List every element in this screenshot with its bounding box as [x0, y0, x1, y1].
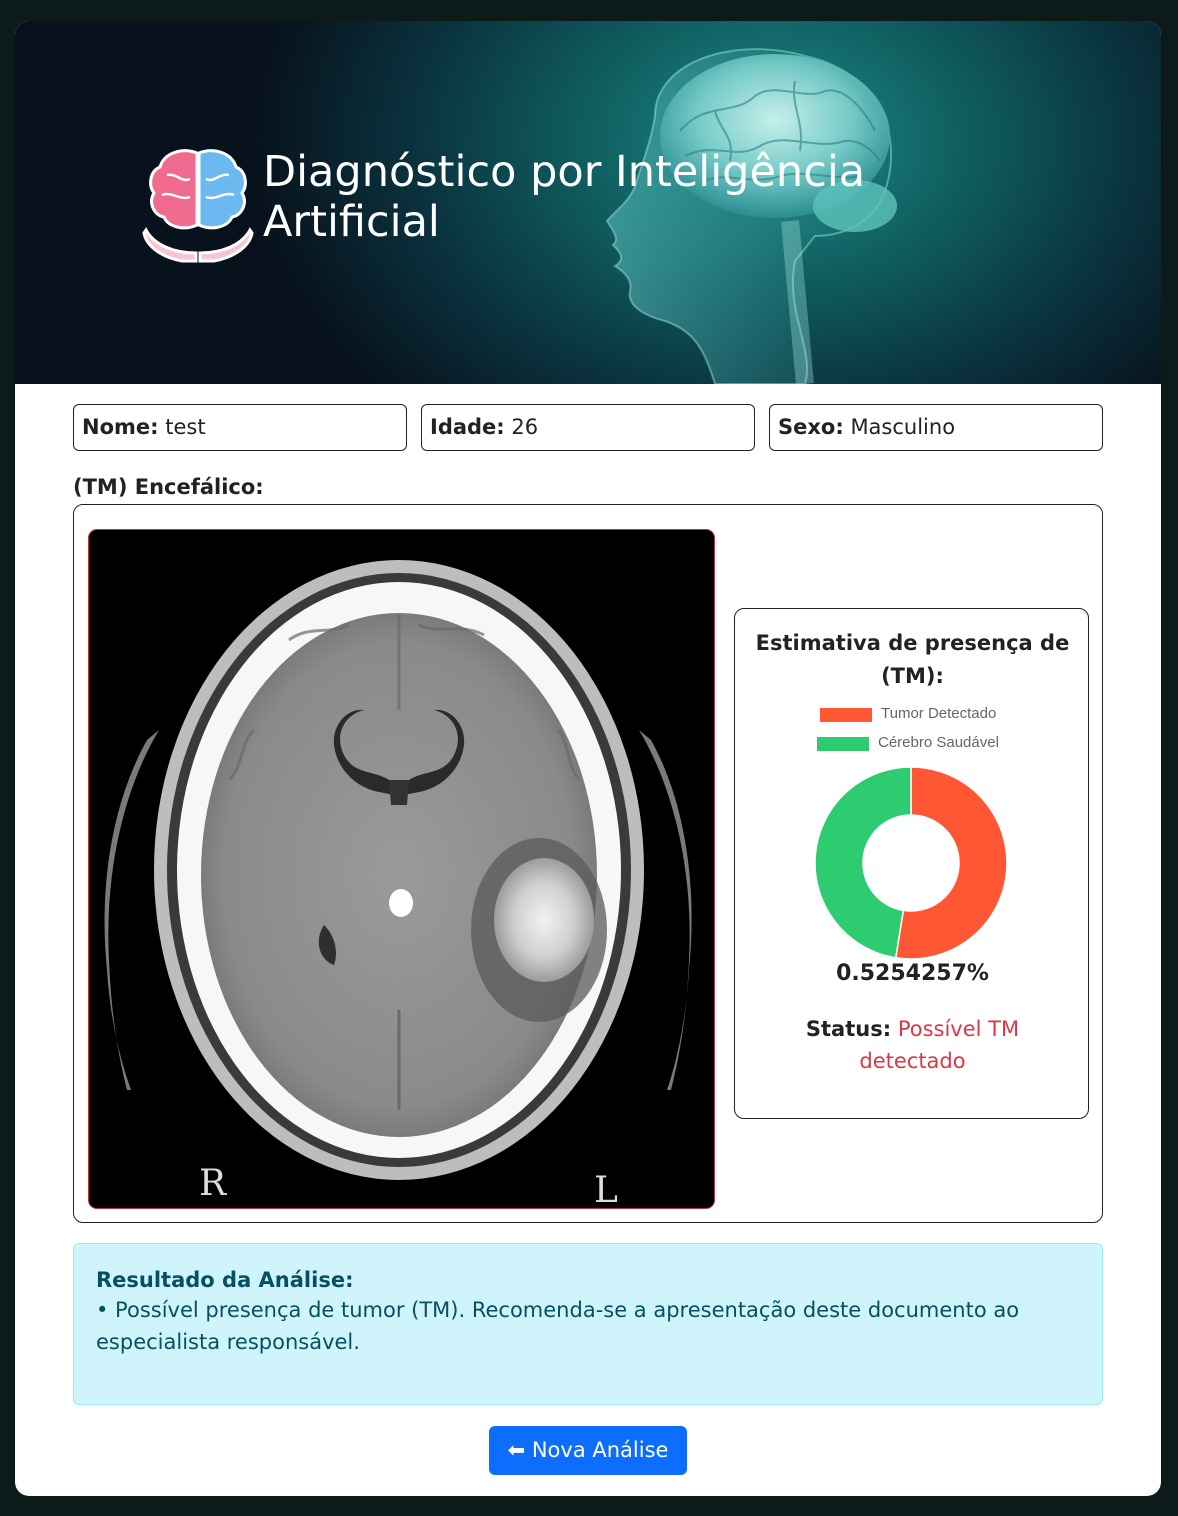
legend-label-healthy: Cérebro Saudável [878, 734, 999, 751]
donut-slice-healthy[interactable] [814, 766, 912, 959]
new-analysis-button[interactable]: ⬅ Nova Análise [489, 1426, 687, 1475]
estimate-card: Estimativa de presença de (TM): Tumor De… [734, 608, 1089, 1119]
ct-scan-graphic: R L [89, 530, 714, 1209]
main-card: Diagnóstico por Inteligência Artificial … [15, 21, 1161, 1496]
estimate-title: Estimativa de presença de (TM): [755, 631, 1070, 688]
legend-swatch-tumor [820, 708, 872, 722]
donut-chart [814, 766, 1008, 960]
page-title-line1: Diagnóstico por Inteligência [263, 147, 866, 197]
patient-name-value: test [165, 415, 206, 439]
result-text: • Possível presença de tumor (TM). Recom… [96, 1298, 1020, 1354]
patient-age-value: 26 [511, 415, 539, 439]
patient-sex-label: Sexo: [778, 415, 844, 439]
patient-age-field: Idade: 26 [421, 404, 755, 451]
donut-slice-tumor[interactable] [894, 766, 1008, 960]
analysis-result-alert: Resultado da Análise: • Possível presenç… [73, 1243, 1103, 1405]
patient-name-label: Nome: [82, 415, 159, 439]
ct-scan-image: R L [88, 529, 715, 1209]
patient-name-field: Nome: test [73, 404, 407, 451]
brain-hands-icon [142, 149, 254, 263]
status-label: Status: [805, 1017, 892, 1041]
legend-swatch-healthy [817, 737, 869, 751]
status-line: Status: Possível TM detectado [775, 1013, 1050, 1077]
patient-sex-field: Sexo: Masculino [769, 404, 1103, 451]
scan-marker-right: R [199, 1163, 227, 1204]
page-title-line2: Artificial [263, 197, 440, 247]
patient-sex-value: Masculino [850, 415, 956, 439]
percentage-value: 0.5254257% [836, 961, 989, 986]
section-label: (TM) Encefálico: [73, 475, 264, 499]
page-title: Diagnóstico por Inteligência Artificial [263, 147, 963, 247]
legend-item-tumor[interactable]: Tumor Detectado [735, 705, 1090, 725]
header-banner: Diagnóstico por Inteligência Artificial [15, 21, 1161, 384]
analysis-panel: R L Estimativa de presença de (TM): Tumo… [73, 504, 1103, 1223]
patient-age-label: Idade: [430, 415, 505, 439]
legend-item-healthy[interactable]: Cérebro Saudável [735, 734, 1090, 754]
scan-marker-left: L [594, 1170, 618, 1209]
legend-label-tumor: Tumor Detectado [881, 705, 997, 722]
result-title: Resultado da Análise: [96, 1268, 354, 1292]
